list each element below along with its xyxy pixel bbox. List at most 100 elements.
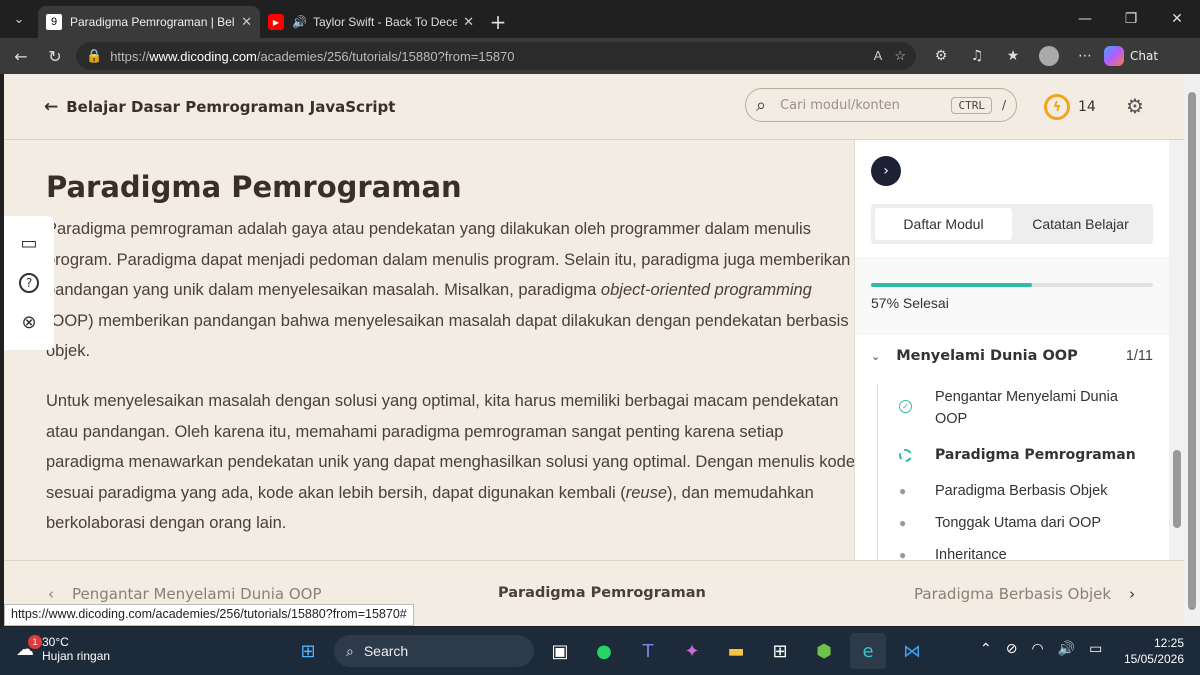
- youtube-favicon-icon: ▶: [268, 14, 284, 30]
- help-icon[interactable]: ?: [19, 272, 39, 293]
- module-item-berbasis-objek[interactable]: ● Paradigma Berbasis Objek: [899, 480, 1149, 502]
- discussion-icon[interactable]: ▭: [20, 233, 37, 254]
- kbd-ctrl: CTRL: [951, 96, 992, 114]
- weather-widget[interactable]: ☁ 1 30°C Hujan ringan: [16, 634, 111, 663]
- read-aloud-icon[interactable]: A: [874, 48, 883, 64]
- refresh-icon[interactable]: ↻: [38, 39, 72, 73]
- wifi-icon[interactable]: ◠: [1031, 641, 1043, 657]
- course-title: Belajar Dasar Pemrograman JavaScript: [66, 97, 396, 116]
- tab-paradigma[interactable]: 9 Paradigma Pemrograman | Belajar ✕: [38, 6, 260, 38]
- tab-daftar-modul[interactable]: Daftar Modul: [875, 208, 1012, 240]
- chevron-right-icon: ›: [1129, 585, 1136, 603]
- check-circle-icon: ✓: [899, 386, 935, 430]
- system-tray: ⌃ ⊘ ◠ 🔊 ▭: [980, 641, 1102, 657]
- volume-icon[interactable]: 🔊: [1058, 641, 1075, 657]
- sidebar-scroll-thumb[interactable]: [1173, 450, 1181, 528]
- teams-icon[interactable]: T: [630, 633, 666, 669]
- battery-icon[interactable]: ▭: [1089, 641, 1102, 657]
- module-item-inheritance[interactable]: ● Inheritance: [899, 544, 1149, 560]
- sidebar-collapse-chevron-icon[interactable]: ›: [871, 156, 901, 186]
- status-url-tooltip: https://www.dicoding.com/academies/256/t…: [4, 604, 414, 626]
- taskbar-apps: ⊞ ⌕ Search ▣ ● T ✦ ▬ ⊞ ⬢ e ⋈: [290, 633, 930, 669]
- module-item-label: Tonggak Utama dari OOP: [935, 515, 1102, 531]
- tab-title: Taylor Swift - Back To Decemb: [312, 15, 458, 29]
- search-icon: ⌕: [346, 642, 354, 659]
- sidebar-scrollbar[interactable]: [1169, 140, 1184, 560]
- module-item-tonggak[interactable]: ● Tonggak Utama dari OOP: [899, 512, 1149, 534]
- url-prefix: https://: [110, 48, 150, 64]
- windows-taskbar: ☁ 1 30°C Hujan ringan ⊞ ⌕ Search ▣ ● T ✦ …: [0, 627, 1200, 675]
- search-icon: ⌕: [756, 94, 767, 116]
- store-icon[interactable]: ⊞: [762, 633, 798, 669]
- points-indicator[interactable]: ϟ 14: [1044, 94, 1096, 120]
- page-header: ← Belajar Dasar Pemrograman JavaScript ⌕…: [4, 74, 1184, 140]
- file-explorer-icon[interactable]: ▬: [718, 633, 754, 669]
- module-sidebar: › Daftar Modul Catatan Belajar 57% Seles…: [854, 140, 1184, 560]
- speaker-icon[interactable]: 🔊: [292, 15, 307, 29]
- module-header[interactable]: ⌄ Menyelami Dunia OOP 1/11: [871, 348, 1153, 364]
- lightning-icon: ϟ: [1044, 94, 1070, 120]
- tray-overflow-icon[interactable]: ⌃: [980, 641, 992, 657]
- clock-date: 15/05/2026: [1123, 652, 1184, 666]
- prev-lesson-link[interactable]: ‹ Pengantar Menyelami Dunia OOP: [48, 585, 322, 603]
- window-controls: — ❐ ✕: [1062, 0, 1200, 38]
- weather-desc: Hujan ringan: [42, 649, 111, 663]
- nodejs-icon[interactable]: ⬢: [806, 633, 842, 669]
- tab-actions-chevron-icon[interactable]: ⌄: [0, 0, 38, 38]
- more-icon[interactable]: ⋯: [1070, 42, 1100, 70]
- chat-label: Chat: [1130, 49, 1159, 63]
- edge-icon[interactable]: e: [850, 633, 886, 669]
- address-toolbar: ← ↻ 🔒 https://www.dicoding.com/academies…: [0, 38, 1200, 74]
- task-view-icon[interactable]: ▣: [542, 633, 578, 669]
- url-path: /academies/256/tutorials/15880?from=1587…: [256, 48, 515, 64]
- module-item-pengantar[interactable]: ✓ Pengantar Menyelami Dunia OOP: [899, 386, 1149, 430]
- settings-gear-icon[interactable]: ⚙: [1126, 94, 1144, 118]
- back-to-course-link[interactable]: ← Belajar Dasar Pemrograman JavaScript: [44, 97, 395, 117]
- page-viewport: ← Belajar Dasar Pemrograman JavaScript ⌕…: [4, 74, 1184, 626]
- page-scroll-thumb[interactable]: [1188, 92, 1196, 610]
- article-paragraph-2: Untuk menyelesaikan masalah dengan solus…: [46, 392, 854, 532]
- profile-avatar-icon[interactable]: [1034, 42, 1064, 70]
- current-lesson-label: Paradigma Pemrograman: [498, 585, 706, 601]
- address-input[interactable]: 🔒 https://www.dicoding.com/academies/256…: [76, 42, 916, 70]
- tab-catatan-belajar[interactable]: Catatan Belajar: [1012, 208, 1149, 240]
- windows-start-icon[interactable]: ⊞: [290, 633, 326, 669]
- system-clock[interactable]: 12:25 15/05/2026: [1118, 635, 1184, 667]
- site-info-icon[interactable]: 🔒: [86, 48, 102, 64]
- whatsapp-icon[interactable]: ●: [586, 633, 622, 669]
- progress-label: 57% Selesai: [871, 295, 949, 311]
- clock-time: 12:25: [1153, 636, 1184, 650]
- next-lesson-link[interactable]: Paradigma Berbasis Objek ›: [914, 585, 1135, 603]
- restore-icon[interactable]: ❐: [1108, 0, 1154, 38]
- close-window-icon[interactable]: ✕: [1154, 0, 1200, 38]
- new-tab-button[interactable]: +: [482, 6, 514, 38]
- page-scrollbar[interactable]: [1184, 74, 1200, 626]
- taskbar-search[interactable]: ⌕ Search: [334, 635, 534, 667]
- module-item-paradigma[interactable]: Paradigma Pemrograman: [899, 444, 1149, 466]
- no-location-icon[interactable]: ⊘: [1006, 641, 1018, 657]
- sidebar-tabs: Daftar Modul Catatan Belajar: [871, 204, 1153, 244]
- close-tab-icon[interactable]: ✕: [463, 14, 474, 30]
- module-item-label: Inheritance: [935, 547, 1007, 560]
- favorites-icon[interactable]: ★: [998, 42, 1028, 70]
- copilot-chat-button[interactable]: Chat: [1104, 46, 1158, 66]
- notification-badge: 1: [28, 634, 42, 649]
- close-tab-icon[interactable]: ✕: [241, 14, 252, 30]
- media-icon[interactable]: ♫: [962, 42, 992, 70]
- module-item-label: Paradigma Berbasis Objek: [935, 483, 1108, 499]
- progress-section: 57% Selesai: [855, 258, 1169, 334]
- weather-temp: 30°C: [42, 635, 69, 649]
- search-placeholder: Cari modul/konten: [780, 97, 900, 113]
- extensions-icon[interactable]: ⚙: [926, 42, 956, 70]
- back-arrow-icon[interactable]: ←: [4, 39, 38, 73]
- tab-youtube[interactable]: ▶ 🔊 Taylor Swift - Back To Decemb ✕: [260, 6, 482, 38]
- favorite-star-icon[interactable]: ☆: [894, 48, 906, 64]
- search-input[interactable]: ⌕ Cari modul/konten CTRL /: [745, 88, 1017, 122]
- support-lifebuoy-icon[interactable]: ⊗: [21, 312, 36, 333]
- copilot-icon[interactable]: ✦: [674, 633, 710, 669]
- progress-fill: [871, 283, 1032, 287]
- progress-bar: [871, 283, 1153, 287]
- vscode-icon[interactable]: ⋈: [894, 633, 930, 669]
- arrow-left-icon: ←: [44, 96, 59, 117]
- minimize-icon[interactable]: —: [1062, 0, 1108, 38]
